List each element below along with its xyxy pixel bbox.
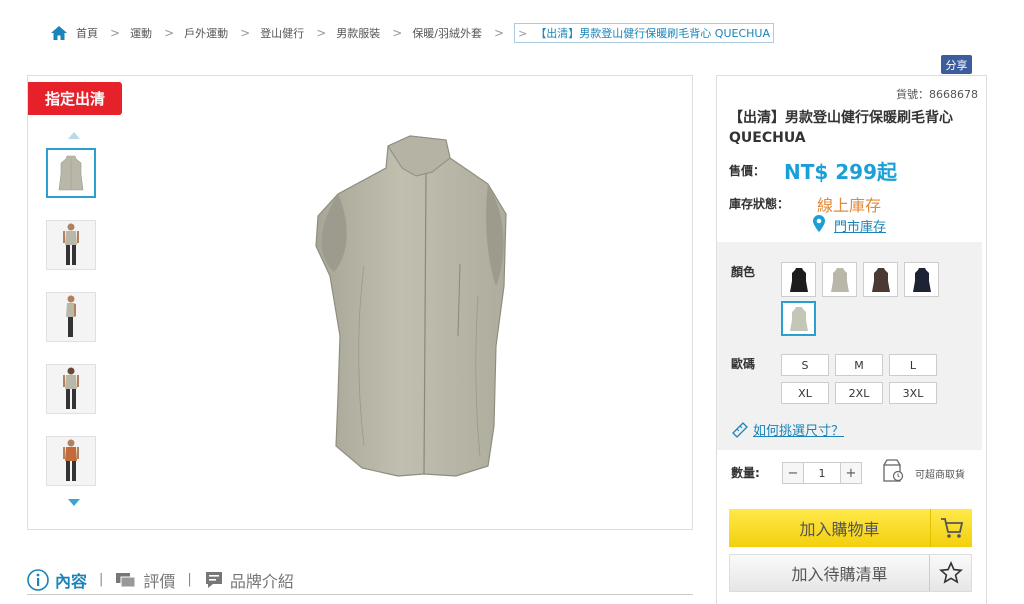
quantity-increase-button[interactable]: + [841,463,861,483]
thumbnail-vest-front[interactable] [46,148,96,198]
share-button[interactable]: 分享 [941,55,972,74]
breadcrumb-current-label: 【出清】男款登山健行保暖刷毛背心 QUECHUA [535,27,770,40]
breadcrumb-item-sports[interactable]: 運動 > [130,25,184,41]
quantity-label: 數量: [731,466,760,480]
breadcrumb-item-hiking[interactable]: 登山健行 > [260,25,336,41]
vest-icon [871,267,890,292]
size-option-l[interactable]: L [889,354,937,376]
tab-reviews[interactable]: 評價 [115,568,175,592]
thumbnail-model-front[interactable] [46,220,96,270]
model-figure-icon [63,367,79,409]
tab-content-label[interactable]: 內容 [55,568,87,592]
breadcrumb-current: > 【出清】男款登山健行保暖刷毛背心 QUECHUA [514,23,774,43]
size-option-m[interactable]: M [835,354,883,376]
thumbnail-scroll-down-icon[interactable] [68,499,80,506]
vest-icon [58,155,84,191]
clearance-badge: 指定出清 [28,82,122,115]
thumbnail-model-side[interactable] [46,292,96,342]
vest-icon [830,267,849,292]
thumbnail-model-front-2[interactable] [46,436,96,486]
chevron-right-icon: > [164,26,175,40]
color-swatch-black[interactable] [781,262,816,297]
color-label: 顏色 [731,265,756,279]
breadcrumb-link[interactable]: 戶外運動 [184,25,228,41]
product-gallery: 指定出清 [27,75,693,530]
thumbnail-scroll-up-icon[interactable] [68,132,80,139]
breadcrumb-link[interactable]: 保暖/羽絨外套 [412,25,482,41]
star-icon[interactable] [929,555,971,591]
product-main-image[interactable] [188,96,618,516]
tab-divider: | [187,572,192,587]
chevron-right-icon: > [518,26,528,40]
store-pickup-icon [883,459,904,482]
breadcrumb-link[interactable]: 運動 [130,25,152,41]
breadcrumb-link[interactable]: 男款服裝 [336,25,380,41]
color-swatch-khaki[interactable] [822,262,857,297]
quantity-decrease-button[interactable]: − [783,463,803,483]
breadcrumb-link[interactable]: 首頁 [76,25,98,41]
chevron-right-icon: > [392,26,403,40]
add-to-cart-button[interactable]: 加入購物車 [729,509,972,547]
tab-content[interactable]: 內容 [27,568,87,592]
tab-divider: | [99,572,104,587]
add-to-cart-label[interactable]: 加入購物車 [729,516,930,540]
color-swatch-grey-selected[interactable] [781,301,816,336]
add-to-wishlist-label[interactable]: 加入待購清單 [730,561,929,585]
add-to-wishlist-button[interactable]: 加入待購清單 [729,554,972,592]
size-option-s[interactable]: S [781,354,829,376]
chat-bubble-icon [116,572,136,587]
breadcrumb: 首頁 > 運動 > 戶外運動 > 登山健行 > 男款服裝 > 保暖/羽絨外套 > > 【出清】… [50,22,774,44]
price-label: 售價： [729,164,766,178]
chevron-right-icon: > [494,26,505,40]
vest-icon [912,267,931,292]
chevron-right-icon: > [110,26,121,40]
location-pin-icon [813,215,825,232]
model-figure-icon [66,295,76,337]
product-price: NT$ 299起 [784,160,898,184]
breadcrumb-item-home[interactable]: 首頁 > [76,25,130,41]
cart-icon[interactable] [930,509,972,547]
tab-brand[interactable]: 品牌介紹 [204,568,294,592]
tab-brand-label[interactable]: 品牌介紹 [230,568,294,592]
chevron-right-icon: > [240,26,251,40]
vest-icon [789,267,808,292]
online-stock-status: 線上庫存 [817,196,882,215]
breadcrumb-item-mens[interactable]: 男款服裝 > [336,25,412,41]
breadcrumb-link[interactable]: 登山健行 [260,25,304,41]
product-options: 顏色 歐碼 S M L XL 2XL 3XL 如何挑選尺寸？ [717,242,982,450]
product-title: 【出清】男款登山健行保暖刷毛背心 QUECHUA [729,110,953,146]
chevron-right-icon: > [316,26,327,40]
breadcrumb-item-outdoor[interactable]: 戶外運動 > [184,25,260,41]
breadcrumb-item-jackets[interactable]: 保暖/羽絨外套 > [412,25,514,41]
size-option-xl[interactable]: XL [781,382,829,404]
home-icon[interactable] [50,25,68,41]
ruler-icon [732,421,748,438]
size-label: 歐碼 [731,357,756,371]
quantity-input[interactable]: 1 [803,463,841,483]
size-guide-link[interactable]: 如何挑選尺寸？ [731,420,844,439]
store-stock-link[interactable]: 門市庫存 [834,216,886,235]
size-guide-label[interactable]: 如何挑選尺寸？ [753,420,844,439]
product-detail-tabs: 內容 | 評價 | 品牌介紹 [27,565,693,595]
tab-reviews-label[interactable]: 評價 [143,568,175,592]
model-figure-icon [63,223,79,265]
model-figure-icon [63,439,79,481]
product-info-panel: 貨號：8668678 【出清】男款登山健行保暖刷毛背心 QUECHUA 售價： … [716,75,987,604]
brand-info-icon [205,571,222,588]
quantity-stepper: − 1 + [782,462,862,484]
info-icon [27,568,49,591]
store-pickup-label: 可超商取貨 [915,470,965,481]
color-swatch-brown[interactable] [863,262,898,297]
vest-icon [789,306,808,331]
size-option-3xl[interactable]: 3XL [889,382,937,404]
thumbnail-model-back[interactable] [46,364,96,414]
stock-label: 庫存狀態： [729,197,790,211]
size-option-2xl[interactable]: 2XL [835,382,883,404]
product-sku: 貨號：8668678 [896,88,978,101]
color-swatch-navy[interactable] [904,262,939,297]
